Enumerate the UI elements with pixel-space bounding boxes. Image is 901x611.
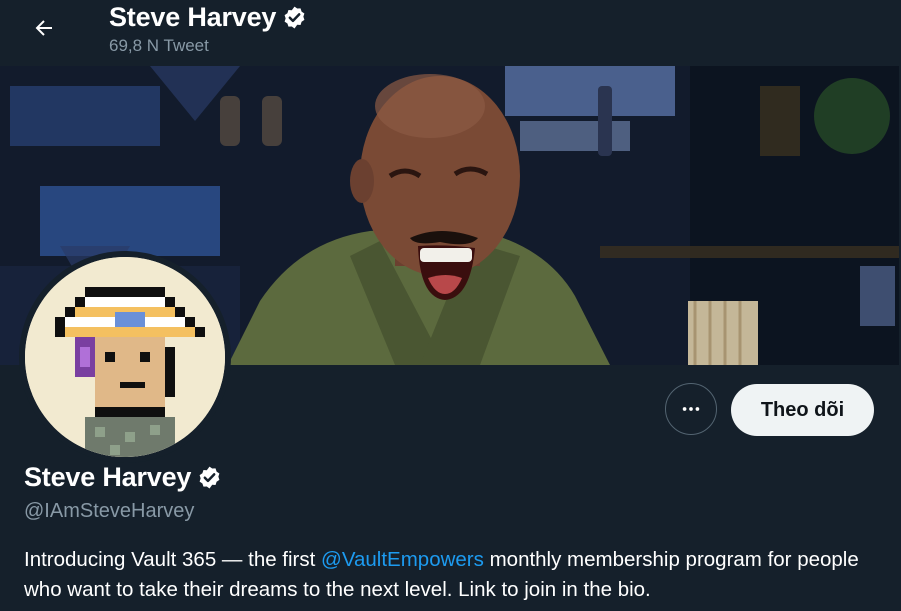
back-button[interactable]	[26, 10, 62, 46]
tweet-count: 69,8 N Tweet	[109, 36, 209, 55]
verified-badge-icon	[284, 6, 305, 29]
profile-bio: Introducing Vault 365 — the first @Vault…	[24, 545, 884, 605]
profile-header-bar: Steve Harvey 69,8 N Tweet	[0, 0, 901, 66]
header-name: Steve Harvey	[109, 2, 277, 32]
more-horizontal-icon	[682, 407, 700, 411]
follow-button[interactable]: Theo dõi	[731, 384, 874, 436]
header-name-row: Steve Harvey	[109, 2, 307, 33]
pixel-art-avatar	[25, 257, 225, 457]
profile-avatar[interactable]	[19, 251, 231, 463]
arrow-left-icon	[35, 20, 52, 36]
bio-mention-link[interactable]: @VaultEmpowers	[321, 548, 484, 571]
display-name: Steve Harvey	[24, 462, 192, 492]
profile-name-row: Steve Harvey	[24, 462, 222, 493]
bio-text-start: Introducing Vault 365 — the first	[24, 548, 322, 571]
profile-handle: @IAmSteveHarvey	[24, 500, 195, 522]
more-options-button[interactable]	[665, 383, 717, 435]
avatar-image	[25, 257, 225, 457]
verified-badge-icon	[199, 466, 220, 489]
